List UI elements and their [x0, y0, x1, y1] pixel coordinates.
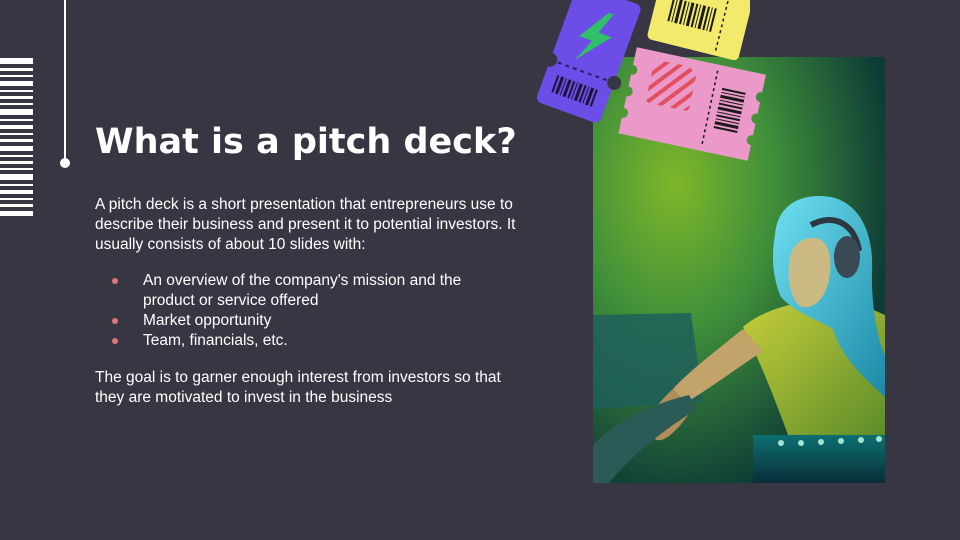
bullet-item: Team, financials, etc. — [110, 331, 515, 351]
vertical-line — [64, 0, 66, 162]
line-end-dot — [60, 158, 70, 168]
slide-title: What is a pitch deck? — [95, 122, 517, 162]
bullet-list: An overview of the company's mission and… — [110, 271, 515, 351]
bullet-dot-icon — [112, 318, 118, 324]
intro-paragraph: A pitch deck is a short presentation tha… — [95, 196, 516, 253]
bullet-text: Team, financials, etc. — [143, 332, 288, 349]
pink-ticket — [618, 47, 766, 161]
bullet-dot-icon — [112, 278, 118, 284]
slide: What is a pitch deck? A pitch deck is a … — [0, 0, 960, 540]
outro-paragraph: The goal is to garner enough interest fr… — [95, 369, 501, 406]
bullet-text: Market opportunity — [143, 312, 272, 329]
bullet-dot-icon — [112, 338, 118, 344]
bullet-text: An overview of the company's mission and… — [143, 272, 462, 309]
bullet-item: Market opportunity — [110, 311, 515, 331]
barcode-decoration-icon — [0, 58, 33, 216]
bullet-item: An overview of the company's mission and… — [110, 271, 515, 311]
